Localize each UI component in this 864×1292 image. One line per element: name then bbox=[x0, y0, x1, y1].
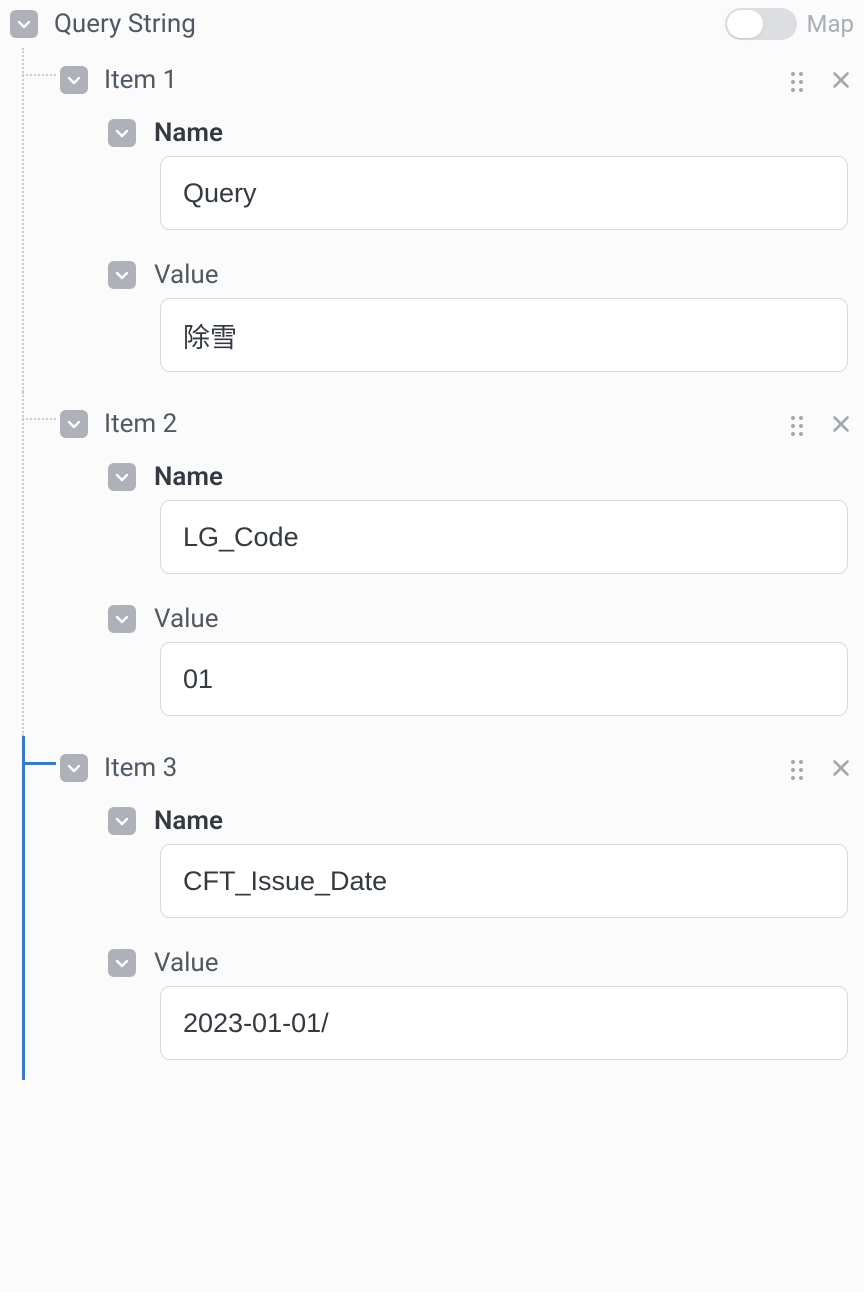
value-input-wrap bbox=[22, 298, 864, 372]
chevron-down-icon[interactable] bbox=[108, 949, 136, 977]
name-input[interactable] bbox=[160, 844, 848, 918]
name-input-wrap bbox=[22, 844, 864, 918]
item-header: Item 1 bbox=[22, 54, 864, 106]
name-input-wrap bbox=[22, 156, 864, 230]
value-field-header: Value bbox=[22, 948, 864, 978]
root-label: Query String bbox=[54, 9, 196, 39]
tree-line bbox=[22, 392, 24, 736]
tree-tick bbox=[22, 762, 56, 765]
close-icon[interactable] bbox=[828, 755, 854, 781]
toggle-thumb bbox=[727, 10, 763, 38]
chevron-down-icon[interactable] bbox=[108, 261, 136, 289]
name-field-header: Name bbox=[22, 806, 864, 836]
name-label: Name bbox=[154, 806, 223, 836]
drag-handle-icon[interactable] bbox=[784, 755, 810, 781]
item-header: Item 3 bbox=[22, 742, 864, 794]
item-block: Item 3 Name Value bbox=[22, 736, 864, 1080]
value-label: Value bbox=[154, 260, 219, 290]
tree-line bbox=[22, 736, 25, 1080]
name-label: Name bbox=[154, 462, 223, 492]
chevron-down-icon[interactable] bbox=[10, 10, 38, 38]
root-header: Query String Map bbox=[0, 0, 864, 48]
chevron-down-icon[interactable] bbox=[108, 463, 136, 491]
item-title: Item 2 bbox=[104, 409, 177, 439]
drag-handle-icon[interactable] bbox=[784, 67, 810, 93]
map-label: Map bbox=[807, 10, 854, 38]
item-block: Item 2 Name Value bbox=[22, 392, 864, 736]
value-input-wrap bbox=[22, 986, 864, 1060]
chevron-down-icon[interactable] bbox=[108, 119, 136, 147]
value-field-header: Value bbox=[22, 604, 864, 634]
name-label: Name bbox=[154, 118, 223, 148]
tree-line bbox=[22, 48, 24, 392]
items-tree: Item 1 Name Value Item 2 Name Value Item 3 Name… bbox=[0, 48, 864, 1080]
name-input[interactable] bbox=[160, 156, 848, 230]
name-field-header: Name bbox=[22, 118, 864, 148]
tree-tick bbox=[22, 74, 56, 76]
name-input-wrap bbox=[22, 500, 864, 574]
value-input[interactable] bbox=[160, 298, 848, 372]
chevron-down-icon[interactable] bbox=[60, 66, 88, 94]
map-toggle[interactable] bbox=[725, 8, 797, 40]
chevron-down-icon[interactable] bbox=[60, 754, 88, 782]
name-input[interactable] bbox=[160, 500, 848, 574]
value-input[interactable] bbox=[160, 642, 848, 716]
tree-tick bbox=[22, 418, 56, 420]
close-icon[interactable] bbox=[828, 411, 854, 437]
chevron-down-icon[interactable] bbox=[108, 605, 136, 633]
name-field-header: Name bbox=[22, 462, 864, 492]
close-icon[interactable] bbox=[828, 67, 854, 93]
value-field-header: Value bbox=[22, 260, 864, 290]
item-title: Item 3 bbox=[104, 753, 177, 783]
value-input[interactable] bbox=[160, 986, 848, 1060]
value-label: Value bbox=[154, 604, 219, 634]
chevron-down-icon[interactable] bbox=[60, 410, 88, 438]
drag-handle-icon[interactable] bbox=[784, 411, 810, 437]
item-block: Item 1 Name Value bbox=[22, 48, 864, 392]
item-title: Item 1 bbox=[104, 65, 177, 95]
item-header: Item 2 bbox=[22, 398, 864, 450]
chevron-down-icon[interactable] bbox=[108, 807, 136, 835]
value-label: Value bbox=[154, 948, 219, 978]
value-input-wrap bbox=[22, 642, 864, 716]
